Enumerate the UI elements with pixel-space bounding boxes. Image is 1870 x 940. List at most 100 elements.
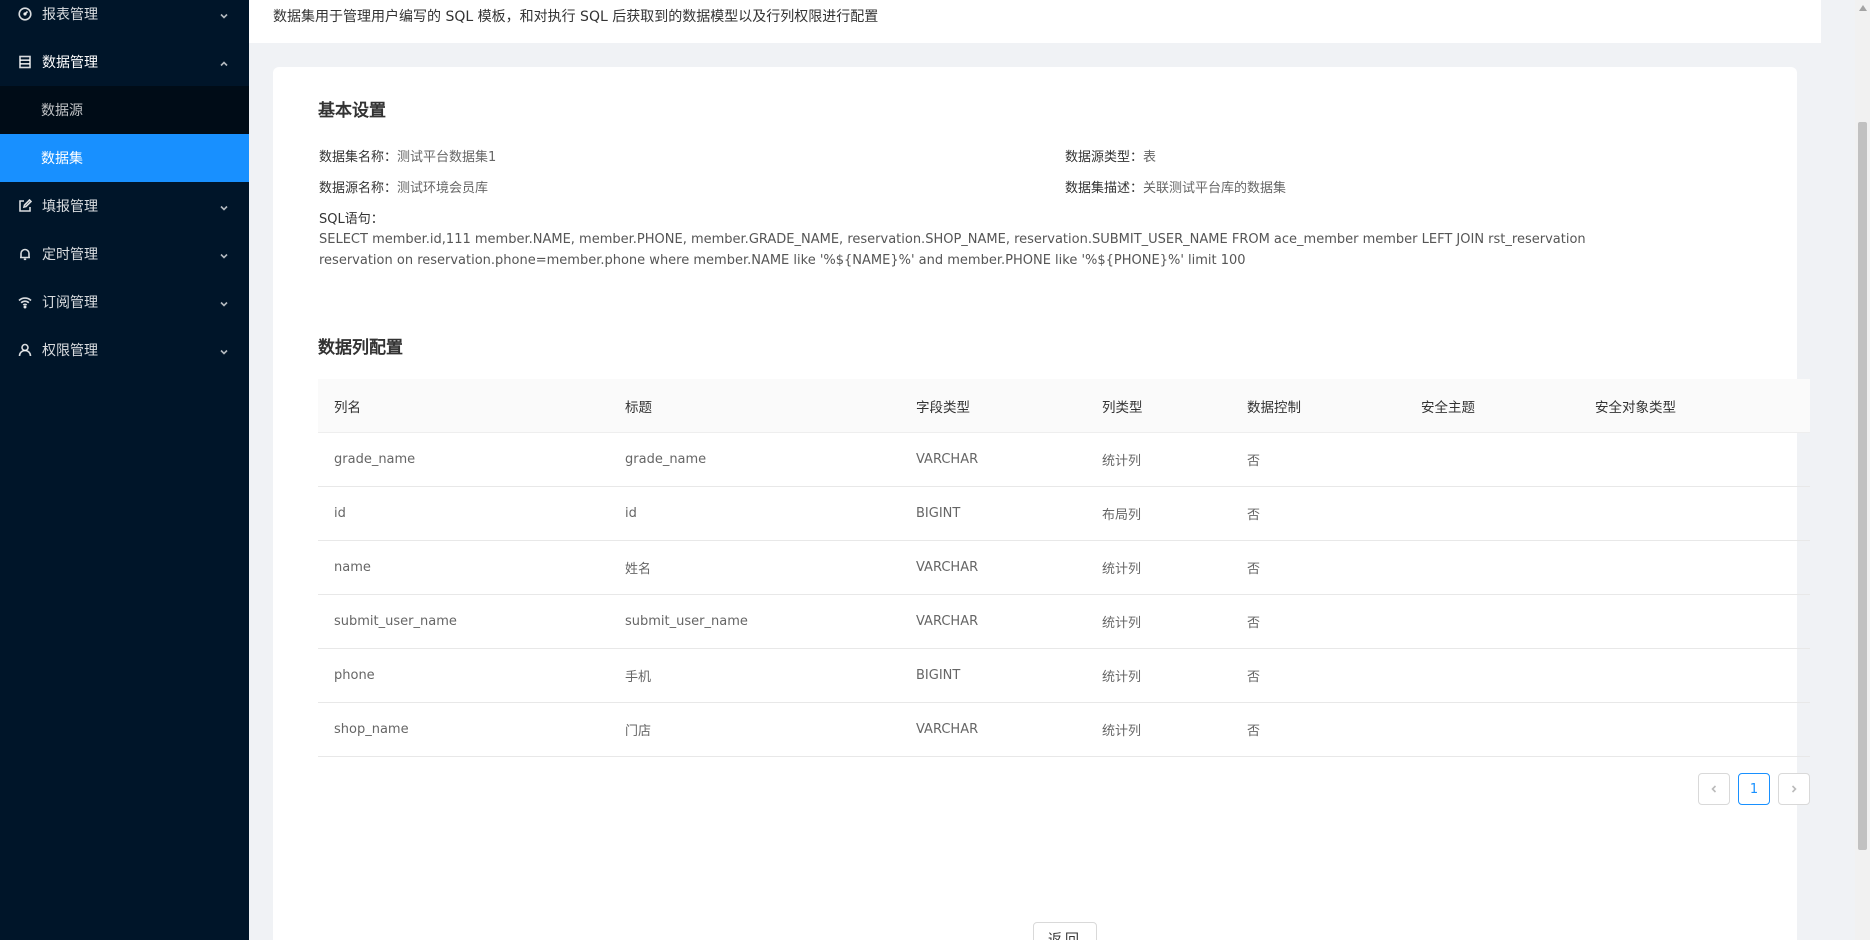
sql-label: SQL语句： [319,212,384,227]
chevron-down-icon [219,249,229,259]
menu-label: 数据管理 [42,55,98,71]
menu-data-management[interactable]: 数据管理 [0,38,249,86]
chevron-down-icon [219,345,229,355]
table-row: name 姓名 VARCHAR 统计列 否 [318,541,1810,595]
menu-schedule-management[interactable]: 定时管理 [0,230,249,278]
dataset-name-field: 数据集名称：测试平台数据集1 [319,146,496,165]
header-column-type: 列类型 [1102,399,1143,416]
menu-label: 权限管理 [42,343,98,359]
cell-title: 手机 [625,670,652,685]
table-row: shop_name 门店 VARCHAR 统计列 否 [318,703,1810,757]
bell-icon [18,247,32,261]
chevron-right-icon [1791,785,1797,793]
cell-data-control: 否 [1247,670,1261,685]
scrollbar-thumb[interactable] [1858,122,1867,850]
column-config-table: 列名 标题 字段类型 列类型 数据控制 安全主题 安全对象类型 grade_na… [318,379,1810,757]
menu-permission-management[interactable]: 权限管理 [0,326,249,374]
header-security-subject: 安全主题 [1421,399,1475,416]
page-description-bar: 数据集用于管理用户编写的 SQL 模板，和对执行 SQL 后获取到的数据模型以及… [249,0,1821,43]
submenu-data-management: 数据源 数据集 [0,86,249,182]
cell-field-type: VARCHAR [916,560,979,575]
page-description: 数据集用于管理用户编写的 SQL 模板，和对执行 SQL 后获取到的数据模型以及… [273,8,879,25]
cell-column-type: 统计列 [1102,454,1142,469]
cell-data-control: 否 [1247,724,1261,739]
sidebar-item-dataset[interactable]: 数据集 [0,134,249,182]
cell-field-type: VARCHAR [916,452,979,467]
dashboard-icon [18,7,32,21]
dataset-desc-field: 数据集描述：关联测试平台库的数据集 [1065,177,1286,196]
cell-title: 门店 [625,724,652,739]
scroll-up-arrow-icon[interactable] [1855,0,1870,15]
cell-field-type: BIGINT [916,506,961,521]
header-security-object-type: 安全对象类型 [1595,399,1676,416]
dataset-desc-value: 关联测试平台库的数据集 [1143,181,1287,196]
submenu-label: 数据集 [41,151,83,167]
pagination-next-button[interactable] [1778,773,1810,805]
wifi-icon [18,295,32,309]
header-data-control: 数据控制 [1247,399,1301,416]
database-icon [18,55,32,69]
table-row: submit_user_name submit_user_name VARCHAR 统… [318,595,1810,649]
pagination-page-1[interactable]: 1 [1738,773,1770,805]
dataset-name-value: 测试平台数据集1 [397,150,497,165]
menu-label: 订阅管理 [42,295,98,311]
source-type-label: 数据源类型： [1065,150,1144,165]
chevron-left-icon [1711,785,1717,793]
edit-icon [18,199,32,213]
menu-fill-management[interactable]: 填报管理 [0,182,249,230]
menu-label: 填报管理 [42,199,98,215]
header-column-name: 列名 [334,399,361,416]
submenu-label: 数据源 [41,103,83,119]
cell-column-type: 统计列 [1102,616,1142,631]
cell-title: 姓名 [625,562,652,577]
cell-column-type: 统计列 [1102,562,1142,577]
source-name-label: 数据源名称： [319,181,398,196]
cell-column-name: grade_name [334,452,416,467]
sql-statement: SELECT member.id,111 member.NAME, member… [319,232,1586,268]
dataset-name-label: 数据集名称： [319,150,398,165]
source-name-field: 数据源名称：测试环境会员库 [319,177,488,196]
chevron-down-icon [219,9,229,19]
basic-settings-title: 基本设置 [318,101,386,121]
cell-title: grade_name [625,452,707,467]
sidebar: 报表管理 数据管理 数据源 数据集 填报管理 定时管理 订阅管理 权限管理 [0,0,249,940]
table-body: grade_name grade_name VARCHAR 统计列否 id id BIGIN… [318,433,1810,757]
cell-column-name: shop_name [334,722,409,737]
cell-column-name: phone [334,668,375,683]
dataset-desc-label: 数据集描述： [1065,181,1144,196]
cell-title: id [625,506,637,521]
cell-data-control: 否 [1247,454,1261,469]
table-row: phone 手机 BIGINT 统计列 否 [318,649,1810,703]
back-button[interactable]: 返回 [1033,922,1097,940]
dataset-detail-card: 基本设置 数据集名称：测试平台数据集1 数据源类型：表 数据源名称：测试环境会员… [273,67,1810,940]
menu-label: 定时管理 [42,247,98,263]
cell-column-name: id [334,506,346,521]
sidebar-item-datasource[interactable]: 数据源 [0,86,249,134]
table-row: grade_name grade_name VARCHAR 统计列 否 [318,433,1810,487]
chevron-up-icon [219,57,229,67]
cell-column-type: 统计列 [1102,670,1142,685]
pagination-prev-button[interactable] [1698,773,1730,805]
header-title: 标题 [625,399,652,416]
source-type-field: 数据源类型：表 [1065,146,1156,165]
cell-column-type: 统计列 [1102,724,1142,739]
cell-field-type: VARCHAR [916,722,979,737]
menu-subscription-management[interactable]: 订阅管理 [0,278,249,326]
source-type-value: 表 [1143,150,1157,165]
chevron-down-icon [219,297,229,307]
column-config-title: 数据列配置 [318,338,403,358]
cell-title: submit_user_name [625,614,748,629]
header-field-type: 字段类型 [916,399,970,416]
page-scrollbar[interactable] [1855,0,1870,940]
cell-data-control: 否 [1247,562,1261,577]
user-icon [18,343,32,357]
cell-column-name: name [334,560,371,575]
cell-data-control: 否 [1247,616,1261,631]
cell-column-type: 布局列 [1102,508,1142,523]
table-header: 列名 标题 字段类型 列类型 数据控制 安全主题 安全对象类型 [318,379,1810,433]
menu-label: 报表管理 [42,7,98,23]
cell-data-control: 否 [1247,508,1261,523]
chevron-down-icon [219,201,229,211]
menu-report-management[interactable]: 报表管理 [0,0,249,38]
table-row: id id BIGINT 布局列 否 [318,487,1810,541]
